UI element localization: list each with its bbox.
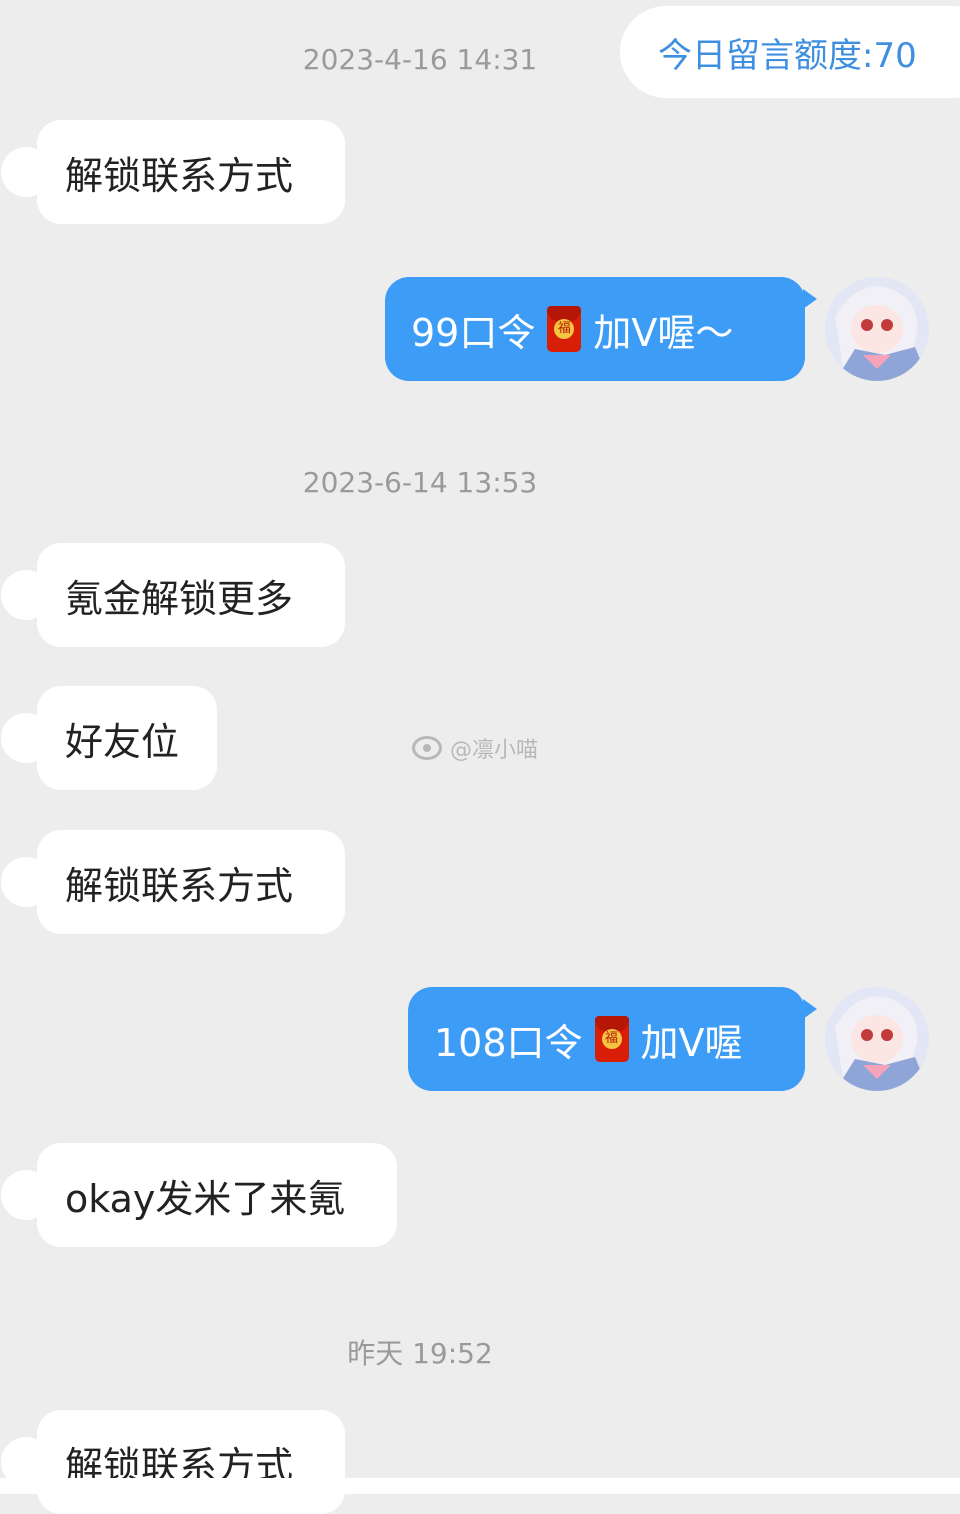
outgoing-message[interactable]: 108口令 福 加V喔 [408,987,817,1091]
red-packet-icon: 福 [547,306,582,352]
avatar-image [825,987,929,1091]
message-text: okay发米了来氪 [65,1176,346,1221]
timestamp-3: 昨天 19:52 [347,1337,493,1370]
message-text-after: 加V喔～ [593,310,734,355]
message-text: 解锁联系方式 [65,863,294,908]
message-text: 氪金解锁更多 [65,576,294,621]
peer-avatar[interactable] [1,713,51,763]
chat-window: 今日留言额度:70 2023-4-16 14:31 解锁联系方式 99口令 福 … [0,0,960,1514]
watermark: @凛小喵 [412,732,538,764]
red-packet-icon: 福 [594,1016,629,1062]
incoming-message[interactable]: 解锁联系方式 [1,1410,345,1514]
peer-avatar[interactable] [1,147,51,197]
bottom-bar [0,1478,960,1494]
message-text: 解锁联系方式 [65,153,294,198]
incoming-message[interactable]: 氪金解锁更多 [1,543,345,647]
user-avatar[interactable] [825,277,929,381]
message-text-before: 99口令 [411,310,536,355]
peer-avatar[interactable] [1,570,51,620]
avatar-image [825,277,929,381]
outgoing-message[interactable]: 99口令 福 加V喔～ [385,277,817,381]
incoming-message[interactable]: 解锁联系方式 [1,120,345,224]
incoming-message[interactable]: okay发米了来氪 [1,1143,397,1247]
incoming-message[interactable]: 解锁联系方式 [1,830,345,934]
incoming-message[interactable]: 好友位 [1,686,217,790]
message-text-after: 加V喔 [640,1020,743,1065]
peer-avatar[interactable] [1,857,51,907]
weibo-icon [412,736,442,760]
peer-avatar[interactable] [1,1170,51,1220]
user-avatar[interactable] [825,987,929,1091]
timestamp-2: 2023-6-14 13:53 [302,466,538,499]
timestamp-1: 2023-4-16 14:31 [302,43,538,76]
message-text: 好友位 [65,719,180,764]
message-text-before: 108口令 [434,1020,583,1065]
watermark-text: @凛小喵 [450,738,539,763]
